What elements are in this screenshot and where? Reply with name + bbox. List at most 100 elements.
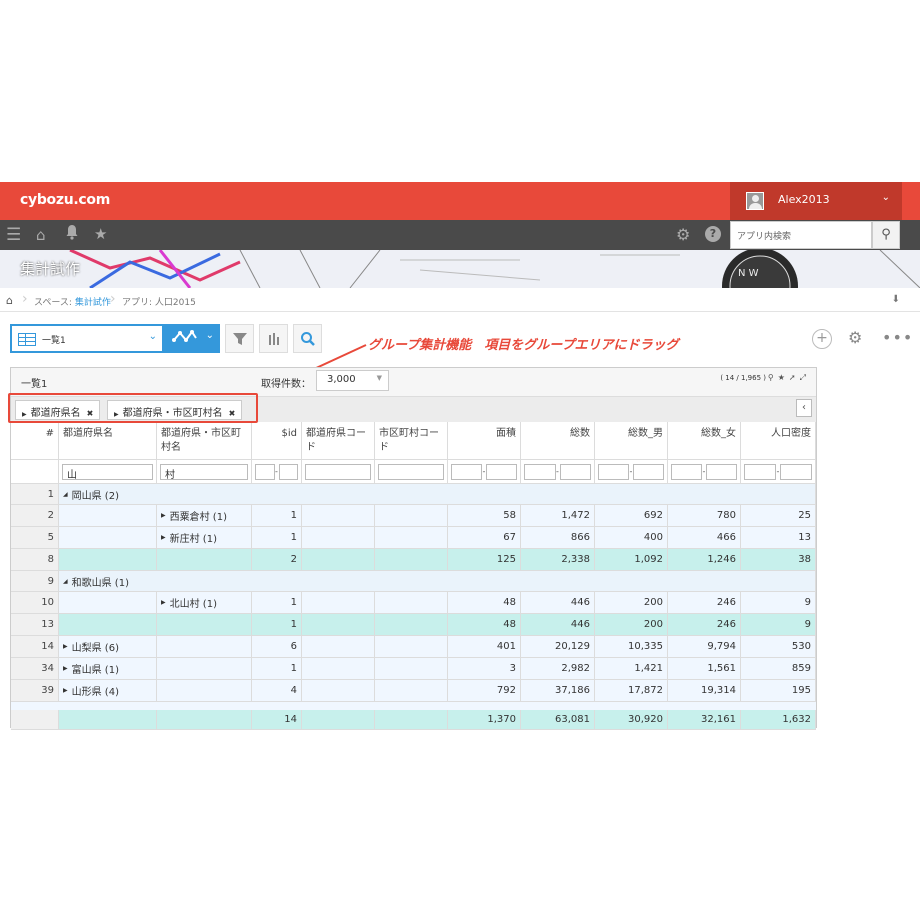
column-header[interactable]: 都道府県名	[59, 422, 157, 460]
range-min-input[interactable]	[671, 463, 702, 480]
pin-icon[interactable]: ⬇	[892, 294, 900, 305]
view-selector[interactable]: 一覧1 ⌄	[10, 324, 164, 353]
range-filter[interactable]: -	[524, 463, 591, 480]
group-label[interactable]: ◢ 和歌山県 (1)	[59, 571, 816, 592]
star-icon[interactable]: ★	[778, 373, 789, 382]
collapse-panel-button[interactable]: ‹	[796, 399, 812, 417]
column-header[interactable]: 都道府県・市区町村名	[157, 422, 252, 460]
chevron-down-icon: ⌄	[881, 192, 890, 203]
more-options-icon[interactable]: •••	[882, 328, 913, 347]
range-max-input[interactable]	[706, 463, 737, 480]
municipality-cell	[157, 710, 252, 730]
range-min-input[interactable]	[524, 463, 556, 480]
range-filter[interactable]: -	[598, 463, 664, 480]
user-menu[interactable]: Alex2013 ⌄	[730, 182, 902, 220]
area-total-cell: 1,370	[448, 710, 521, 730]
triangle-right-icon[interactable]: ▶	[63, 665, 68, 672]
column-header[interactable]: 面積	[448, 422, 521, 460]
range-min-input[interactable]	[744, 463, 776, 480]
expand-icon[interactable]: ⤢	[800, 373, 810, 382]
prefecture-cell	[59, 527, 157, 549]
male-cell: 1,092	[595, 549, 668, 571]
range-max-input[interactable]	[559, 463, 591, 480]
range-max-input[interactable]	[780, 463, 812, 480]
municipality-cell	[157, 549, 252, 571]
filter-cell: -	[668, 460, 741, 484]
filter-cell: -	[448, 460, 521, 484]
avatar	[746, 192, 764, 210]
graph-button[interactable]: ⌄	[164, 324, 220, 353]
chart-button[interactable]	[259, 324, 288, 353]
triangle-right-icon[interactable]: ▶	[63, 687, 68, 694]
home-icon[interactable]: ⌂	[36, 226, 46, 244]
triangle-right-icon[interactable]: ▶	[161, 512, 166, 519]
line-chart-icon	[172, 328, 198, 350]
prefecture-filter-input[interactable]: 山	[62, 463, 153, 481]
range-filter[interactable]: -	[744, 463, 812, 480]
range-max-input[interactable]	[486, 463, 517, 480]
gear-icon[interactable]: ⚙	[848, 328, 862, 347]
table-row: 2 ▶ 西粟倉村 (1) 1 58 1,472 692 780 25	[11, 505, 816, 527]
density-cell: 9	[741, 614, 816, 636]
triangle-down-icon[interactable]: ◢	[63, 578, 68, 585]
column-header[interactable]: 人口密度	[741, 422, 816, 460]
column-header[interactable]: 市区町村コード	[375, 422, 448, 460]
column-header[interactable]: 総数_男	[595, 422, 668, 460]
gear-icon[interactable]: ⚙	[676, 225, 690, 244]
star-icon[interactable]: ★	[94, 225, 107, 243]
municipality-filter-input[interactable]: 村	[160, 463, 248, 481]
prefecture-code-cell	[302, 680, 375, 702]
female-cell: 246	[668, 592, 741, 614]
triangle-right-icon[interactable]: ▶	[161, 534, 166, 541]
column-header[interactable]: 総数	[521, 422, 595, 460]
area-cell: 3	[448, 658, 521, 680]
records-count-select[interactable]: 3,000 ▼	[316, 370, 389, 391]
add-record-button[interactable]: +	[812, 329, 832, 349]
panel-controls[interactable]: ⚲★➚⤢	[768, 373, 810, 383]
group-label[interactable]: ◢ 岡山県 (2)	[59, 484, 816, 505]
range-min-input[interactable]	[255, 463, 275, 480]
density-total-cell: 1,632	[741, 710, 816, 730]
menu-icon[interactable]: ☰	[6, 225, 21, 245]
pin-icon[interactable]: ➚	[789, 373, 800, 382]
bell-icon[interactable]	[65, 224, 79, 244]
home-icon[interactable]: ⌂	[6, 294, 13, 307]
column-header[interactable]: #	[11, 422, 59, 460]
prefecture-cell: ▶ 富山県 (1)	[59, 658, 157, 680]
total-cell: 2,338	[521, 549, 595, 571]
range-filter[interactable]: -	[451, 463, 517, 480]
total-total-cell: 63,081	[521, 710, 595, 730]
search-icon[interactable]: ⚲	[768, 373, 778, 382]
triangle-right-icon[interactable]: ▶	[63, 643, 68, 650]
filter-button[interactable]	[225, 324, 254, 353]
prefecture-cell	[59, 505, 157, 527]
breadcrumb-space[interactable]: スペース: 集計試作	[34, 295, 111, 308]
code-filter-input[interactable]	[305, 463, 371, 480]
cybozu-logo[interactable]: cybozu.com	[20, 192, 110, 208]
space-link[interactable]: 集計試作	[75, 298, 111, 308]
triangle-down-icon[interactable]: ◢	[63, 491, 68, 498]
breadcrumb-app[interactable]: アプリ: 人口2015	[122, 295, 196, 308]
help-icon[interactable]: ?	[705, 226, 721, 242]
range-filter[interactable]: -	[255, 463, 298, 480]
column-header[interactable]: $id	[252, 422, 302, 460]
prefecture-code-cell	[302, 592, 375, 614]
column-header[interactable]: 都道府県コード	[302, 422, 375, 460]
female-cell: 19,314	[668, 680, 741, 702]
search-button[interactable]	[293, 324, 322, 353]
range-filter[interactable]: -	[671, 463, 737, 480]
range-max-input[interactable]	[278, 463, 298, 480]
municipality-code-cell	[375, 527, 448, 549]
column-header[interactable]: 総数_女	[668, 422, 741, 460]
range-min-input[interactable]	[598, 463, 629, 480]
range-max-input[interactable]	[633, 463, 664, 480]
male-cell: 10,335	[595, 636, 668, 658]
app-search-input[interactable]: アプリ内検索	[730, 221, 872, 249]
code-filter-input[interactable]	[378, 463, 444, 480]
table-row: 10 ▶ 北山村 (1) 1 48 446 200 246 9	[11, 592, 816, 614]
triangle-right-icon[interactable]: ▶	[161, 599, 166, 606]
range-min-input[interactable]	[451, 463, 482, 480]
search-icon[interactable]: ⚲	[872, 221, 900, 249]
municipality-code-cell	[375, 614, 448, 636]
row-number: 10	[11, 592, 59, 614]
